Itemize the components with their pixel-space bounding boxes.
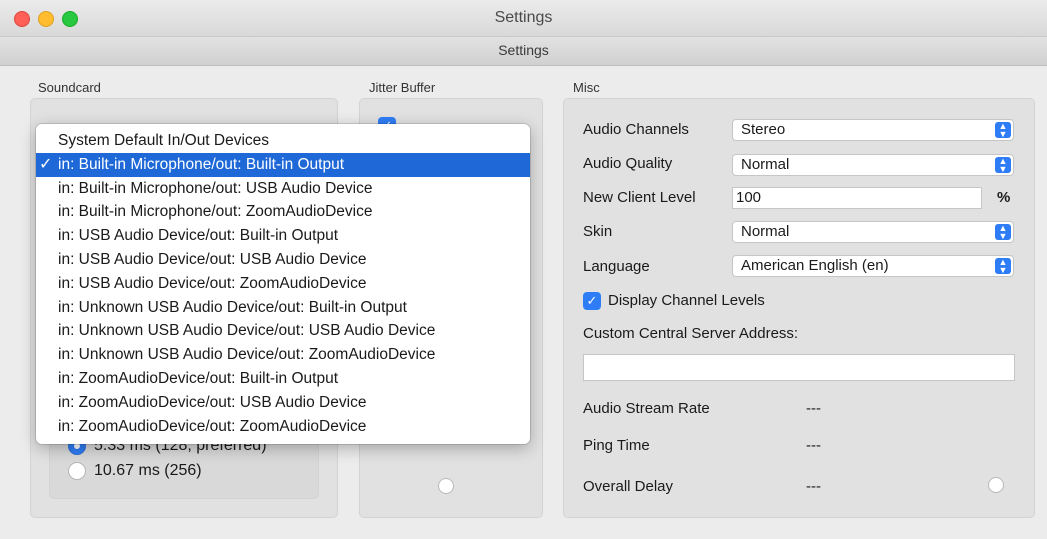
tab-bar: Settings [0,37,1047,66]
language-value: American English (en) [741,257,889,274]
chevron-updown-icon: ▲ ▼ [995,224,1011,241]
checkmark-icon: ✓ [39,155,53,173]
ping-time-label: Ping Time [583,437,650,454]
skin-value: Normal [741,223,790,240]
device-menu-item[interactable]: in: USB Audio Device/out: ZoomAudioDevic… [36,272,530,296]
custom-server-input[interactable] [583,354,1015,381]
display-channel-levels-checkbox[interactable]: ✓ [583,292,601,310]
audio-quality-value: Normal [741,156,790,173]
device-menu-item[interactable]: in: Unknown USB Audio Device/out: USB Au… [36,319,530,343]
window-title: Settings [494,9,553,26]
device-menu-item[interactable]: in: ZoomAudioDevice/out: USB Audio Devic… [36,391,530,415]
audio-quality-label: Audio Quality [583,155,673,172]
device-menu-item[interactable]: in: ZoomAudioDevice/out: Built-in Output [36,367,530,391]
device-menu-item[interactable]: in: Unknown USB Audio Device/out: Built-… [36,296,530,320]
device-menu-item[interactable]: in: USB Audio Device/out: USB Audio Devi… [36,248,530,272]
skin-select[interactable]: Normal ▲ ▼ [732,221,1014,243]
chevron-updown-icon: ▲ ▼ [995,157,1011,174]
device-menu-item[interactable]: System Default In/Out Devices [36,129,530,153]
chevron-updown-icon: ▲ ▼ [995,122,1011,139]
device-menu-item-label: in: USB Audio Device/out: Built-in Outpu… [58,227,339,245]
audio-channels-label: Audio Channels [583,121,689,138]
device-menu-item-label: in: ZoomAudioDevice/out: USB Audio Devic… [58,393,367,411]
overall-delay-value: --- [806,478,821,495]
language-label: Language [583,258,650,275]
device-menu-item[interactable]: in: Built-in Microphone/out: ZoomAudioDe… [36,200,530,224]
device-menu-item[interactable]: ✓ in: Built-in Microphone/out: Built-in O… [36,152,530,177]
soundcard-section-label: Soundcard [38,80,101,95]
device-menu-item-label: in: USB Audio Device/out: ZoomAudioDevic… [58,274,367,292]
jitter-slider-knob[interactable] [438,478,454,494]
device-menu-item[interactable]: in: Unknown USB Audio Device/out: ZoomAu… [36,343,530,367]
device-menu-item-label: in: Built-in Microphone/out: Built-in Ou… [58,155,345,173]
device-menu-item-label: in: Unknown USB Audio Device/out: ZoomAu… [58,346,436,364]
device-menu-item-label: in: Built-in Microphone/out: USB Audio D… [58,179,373,197]
percent-unit-label: % [997,189,1011,206]
device-menu-item-label: in: Unknown USB Audio Device/out: Built-… [58,298,407,316]
device-menu-item[interactable]: in: Built-in Microphone/out: USB Audio D… [36,177,530,201]
new-client-level-label: New Client Level [583,189,696,206]
device-menu-item-label: in: ZoomAudioDevice/out: ZoomAudioDevice [58,417,367,435]
device-menu-item-label: System Default In/Out Devices [58,132,270,149]
device-menu-item-label: in: Built-in Microphone/out: ZoomAudioDe… [58,203,373,221]
ping-time-value: --- [806,437,821,454]
display-channel-levels-label: Display Channel Levels [608,292,765,309]
skin-label: Skin [583,223,613,240]
jitter-buffer-section-label: Jitter Buffer [369,80,436,95]
custom-server-label: Custom Central Server Address: [583,325,799,342]
device-menu-item-label: in: ZoomAudioDevice/out: Built-in Output [58,369,338,387]
buffer-option-label: 10.67 ms (256) [94,462,202,479]
buffer-option-256[interactable]: 10.67 ms (256) [68,462,202,480]
title-bar: Settings [0,0,1047,37]
tab-settings[interactable]: Settings [0,42,1047,58]
radio-unchecked-icon[interactable] [68,462,86,480]
audio-stream-rate-value: --- [806,400,821,417]
device-dropdown-menu[interactable]: System Default In/Out Devices ✓ in: Built-… [36,124,530,444]
new-client-level-input[interactable]: 100 [732,187,982,209]
audio-stream-rate-label: Audio Stream Rate [583,400,710,417]
misc-section-label: Misc [573,80,600,95]
chevron-updown-icon: ▲ ▼ [995,258,1011,275]
device-menu-item[interactable]: in: USB Audio Device/out: Built-in Outpu… [36,224,530,248]
overall-delay-label: Overall Delay [583,478,674,495]
device-menu-item[interactable]: in: ZoomAudioDevice/out: ZoomAudioDevice [36,415,530,439]
language-select[interactable]: American English (en) ▲ ▼ [732,255,1014,277]
audio-quality-select[interactable]: Normal ▲ ▼ [732,154,1014,176]
audio-channels-value: Stereo [741,121,786,138]
device-menu-item-label: in: USB Audio Device/out: USB Audio Devi… [58,250,367,268]
delay-indicator-led [988,477,1004,493]
audio-channels-select[interactable]: Stereo ▲ ▼ [732,119,1014,141]
device-menu-item-label: in: Unknown USB Audio Device/out: USB Au… [58,322,436,340]
